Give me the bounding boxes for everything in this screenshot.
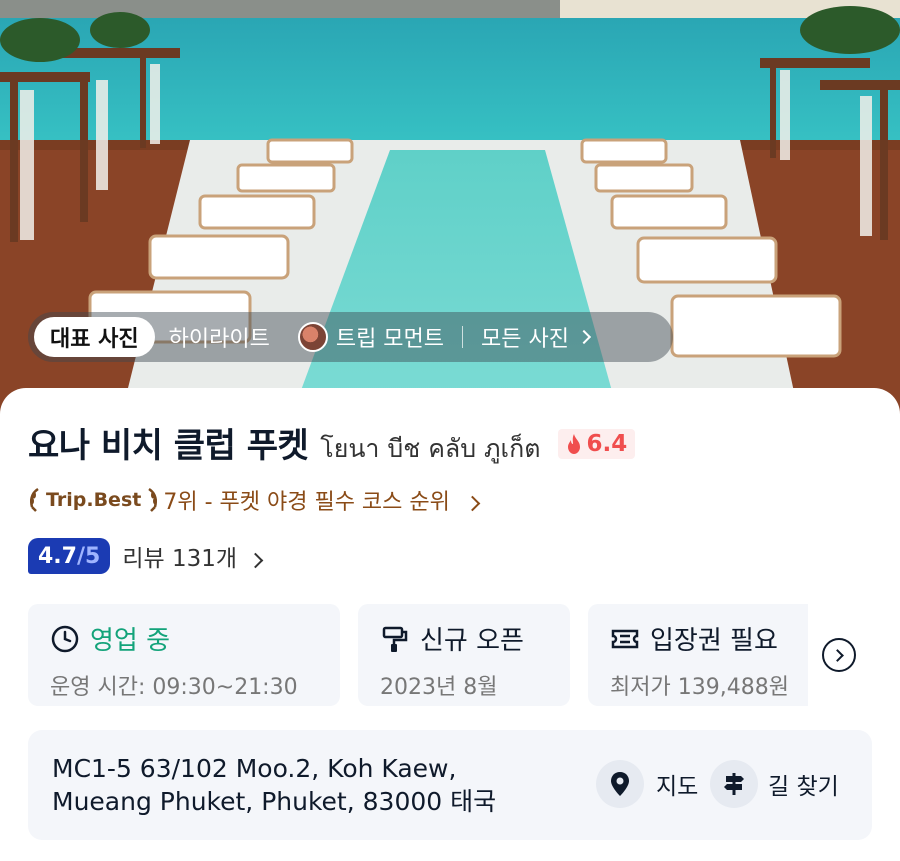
ticket-icon (611, 629, 639, 648)
chevron-right-icon (576, 329, 592, 345)
laurel-left-icon (30, 487, 39, 512)
tab-main-photo[interactable]: 대표 사진 (34, 317, 155, 357)
ranking-text: 7위 - 푸켓 야경 필수 코스 순위 (163, 484, 481, 516)
ranking-link[interactable]: Trip.Best 7위 - 푸켓 야경 필수 코스 순위 (28, 484, 481, 516)
address-box: MC1-5 63/102 Moo.2, Koh Kaew, Mueang Phu… (28, 730, 872, 840)
hero-photo[interactable]: 대표 사진 하이라이트 트립 모먼트 모든 사진 (0, 0, 900, 420)
info-cards-next-button[interactable] (822, 638, 856, 672)
rating-out-of: /5 (76, 543, 101, 569)
place-name: 요나 비치 클럽 푸켓 (28, 426, 309, 466)
map-button-label: 지도 (656, 774, 699, 800)
ticket-title: 입장권 필요 (650, 626, 778, 656)
tripbest-label: Trip.Best (46, 489, 142, 511)
chevron-right-icon (830, 648, 844, 662)
map-pin-icon (596, 760, 644, 808)
hot-score-value: 6.4 (586, 430, 628, 457)
info-cards-scroller[interactable]: 영업 중 운영 시간: 09:30~21:30 신규 오픈 2023년 8월 입… (28, 604, 808, 706)
trip-moment-thumbnail (297, 322, 328, 352)
rating-badge: 4.7/5 (28, 538, 111, 574)
paint-roller-icon (382, 626, 408, 652)
info-card-new-open[interactable]: 신규 오픈 2023년 8월 (358, 604, 570, 706)
title-row: 요나 비치 클럽 푸켓 โยนา บีช คลับ ภูเก็ต 6.4 (28, 418, 636, 469)
chevron-right-icon (248, 552, 264, 569)
rating-score: 4.7 (38, 543, 77, 569)
info-card-hours[interactable]: 영업 중 운영 시간: 09:30~21:30 (28, 604, 340, 706)
laurel-right-icon (148, 487, 158, 512)
directions-button[interactable]: 길 찾기 (710, 760, 839, 808)
flame-icon (568, 433, 581, 454)
signpost-icon (710, 760, 758, 808)
address-text[interactable]: MC1-5 63/102 Moo.2, Koh Kaew, Mueang Phu… (52, 752, 496, 818)
ticket-lowest-price: 최저가 139,488원 (610, 675, 789, 700)
tab-divider (462, 326, 464, 348)
address-line-1: MC1-5 63/102 Moo.2, Koh Kaew, (52, 754, 457, 783)
place-local-name: โยนา บีช คลับ ภูเก็ต (320, 434, 541, 463)
review-link[interactable]: 4.7/5 리뷰 131개 (28, 538, 264, 574)
tab-highlight[interactable]: 하이라이트 (155, 321, 284, 353)
map-button[interactable]: 지도 (596, 760, 698, 808)
tab-all-photos[interactable]: 모든 사진 (467, 321, 603, 353)
photo-category-tabs: 대표 사진 하이라이트 트립 모먼트 모든 사진 (28, 312, 673, 362)
address-line-2: Mueang Phuket, Phuket, 83000 태국 (52, 787, 497, 816)
tab-all-photos-label: 모든 사진 (481, 327, 569, 352)
tripbest-badge: Trip.Best (28, 487, 159, 513)
hours-status: 영업 중 (90, 626, 171, 656)
review-count: 리뷰 131개 (122, 539, 264, 573)
info-card-ticket[interactable]: 입장권 필요 최저가 139,488원 (588, 604, 808, 706)
ranking-label: 7위 - 푸켓 야경 필수 코스 순위 (163, 490, 450, 515)
new-open-title: 신규 오픈 (420, 626, 524, 656)
hours-detail: 운영 시간: 09:30~21:30 (50, 675, 298, 700)
review-count-label: 리뷰 131개 (122, 546, 238, 572)
new-open-date: 2023년 8월 (380, 675, 498, 700)
clock-icon (51, 625, 79, 652)
place-detail-card: 요나 비치 클럽 푸켓 โยนา บีช คลับ ภูเก็ต 6.4 Tri… (0, 388, 900, 861)
hot-score-badge: 6.4 (558, 428, 636, 459)
tab-trip-moment[interactable]: 트립 모먼트 (284, 321, 458, 353)
chevron-right-icon (464, 495, 481, 512)
tab-trip-moment-label: 트립 모먼트 (335, 327, 445, 352)
directions-button-label: 길 찾기 (768, 774, 839, 800)
